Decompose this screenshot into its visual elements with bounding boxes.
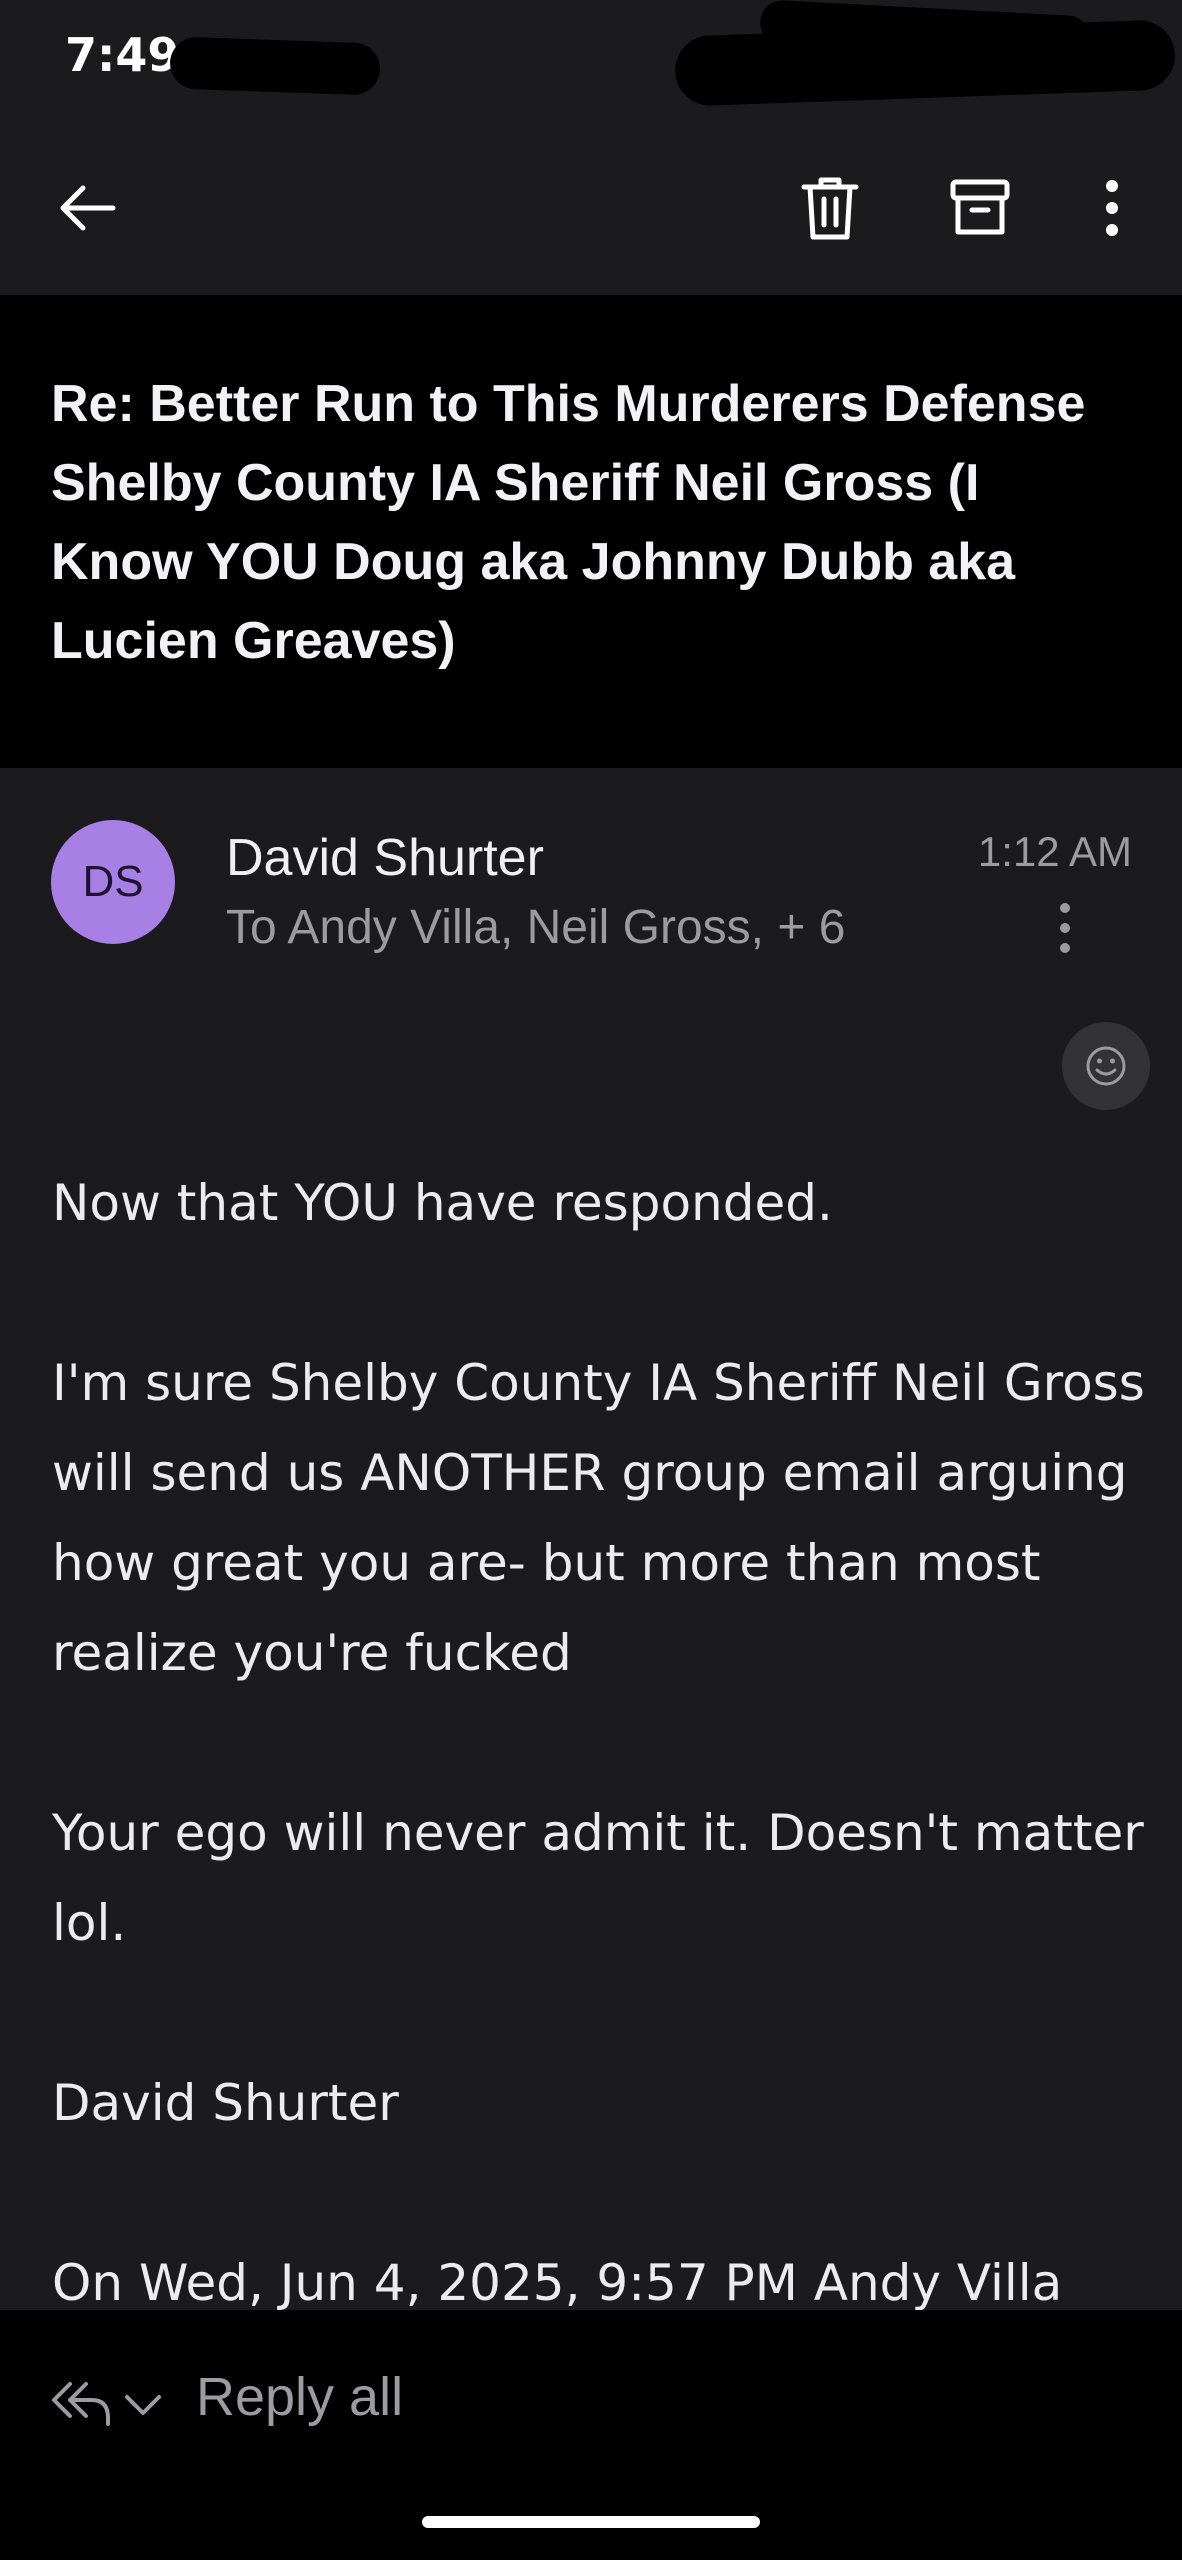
add-reaction-button[interactable] bbox=[1062, 1022, 1150, 1110]
body-paragraph: I'm sure Shelby County IA Sheriff Neil G… bbox=[52, 1354, 1145, 1682]
arrow-left-icon bbox=[60, 185, 116, 231]
body-paragraph: Your ego will never admit it. Doesn't ma… bbox=[52, 1804, 1144, 1952]
trash-icon bbox=[801, 177, 859, 240]
body-paragraph: Now that YOU have responded. bbox=[52, 1174, 833, 1232]
archive-button[interactable] bbox=[938, 166, 1022, 250]
reply-all-label[interactable]: Reply all bbox=[196, 2366, 403, 2428]
status-time: 7:49 bbox=[65, 28, 180, 82]
email-message: DS David Shurter To Andy Villa, Neil Gro… bbox=[0, 768, 1182, 2310]
toolbar bbox=[0, 120, 1182, 295]
archive-box-icon bbox=[950, 179, 1010, 235]
sender-name[interactable]: David Shurter bbox=[226, 828, 544, 888]
reply-all-icon bbox=[52, 2382, 110, 2426]
email-subject: Re: Better Run to This Murderers Defense… bbox=[51, 375, 1086, 670]
recipients-summary[interactable]: To Andy Villa, Neil Gross, + 6 bbox=[226, 900, 845, 955]
quoted-reply-header: On Wed, Jun 4, 2025, 9:57 PM Andy Villa bbox=[52, 2254, 1063, 2310]
back-button[interactable] bbox=[45, 166, 129, 250]
reply-all-button[interactable] bbox=[45, 2368, 115, 2438]
more-vertical-icon bbox=[1106, 180, 1118, 236]
subject-header: Re: Better Run to This Murderers Defense… bbox=[0, 295, 1182, 768]
reply-bar: Reply all bbox=[0, 2310, 1182, 2560]
reply-options-dropdown[interactable] bbox=[118, 2380, 168, 2430]
signature: David Shurter bbox=[52, 2074, 399, 2132]
smiley-icon bbox=[1086, 1046, 1126, 1086]
chevron-down-icon bbox=[125, 2395, 161, 2415]
more-vertical-icon bbox=[1060, 903, 1070, 953]
redaction-mark bbox=[673, 19, 1177, 107]
message-more-button[interactable] bbox=[1040, 888, 1090, 968]
redaction-mark bbox=[169, 36, 381, 96]
avatar[interactable]: DS bbox=[51, 820, 175, 944]
more-options-button[interactable] bbox=[1070, 166, 1154, 250]
email-screen: 7:49 Re: Better Run to This Murderers De… bbox=[0, 0, 1182, 2560]
home-indicator[interactable] bbox=[422, 2516, 760, 2528]
message-body: Now that YOU have responded. I'm sure Sh… bbox=[52, 1158, 1152, 2310]
status-bar: 7:49 bbox=[0, 0, 1182, 120]
avatar-initials: DS bbox=[82, 857, 144, 906]
delete-button[interactable] bbox=[788, 166, 872, 250]
message-time: 1:12 AM bbox=[977, 828, 1132, 875]
